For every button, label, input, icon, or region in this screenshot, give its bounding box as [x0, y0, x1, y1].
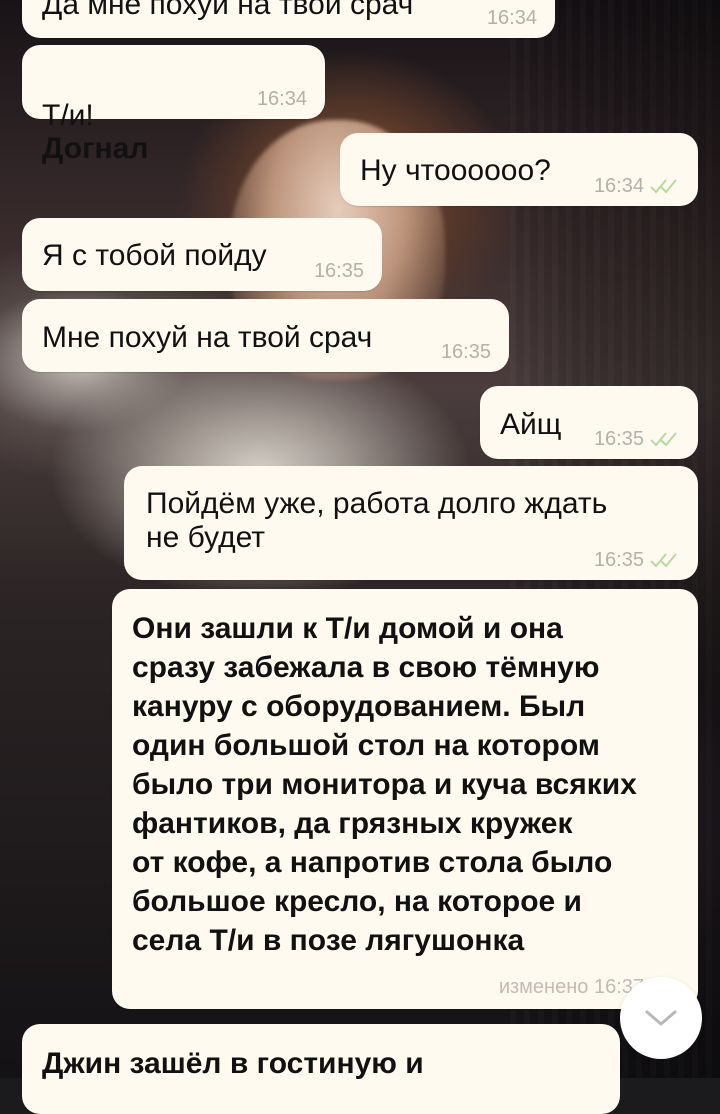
message-time: 16:35 [440, 341, 491, 363]
message-edited-time: изменено 16:37 [498, 976, 644, 998]
message-bubble-nu-chtooooo: Ну чтоооооо? 16:34 [340, 133, 698, 206]
message-bubble-top: Да мне похуй на твой срач 16:34 [22, 0, 555, 38]
message-bubble-poydem: Пойдём уже, работа долго ждать не будет … [124, 466, 698, 580]
message-meta: 16:35 [441, 342, 491, 362]
message-sender-name: Т/и! [42, 98, 94, 132]
message-meta: 16:35 [314, 261, 364, 281]
message-time: 16:35 [593, 549, 644, 571]
message-time: 16:34 [486, 7, 537, 29]
message-meta: 16:35 [594, 429, 680, 449]
message-bubble-aysch: Айщ 16:35 [480, 386, 698, 459]
message-bubble-bottom: Джин зашёл в гостиную и [22, 1024, 620, 1114]
double-check-icon [650, 179, 677, 194]
message-meta: 16:34 [257, 89, 307, 109]
message-text: Пойдём уже, работа долго ждать не будет [146, 487, 608, 554]
message-text: Да мне похуй на твой срач [42, 0, 414, 21]
message-meta: 16:34 [487, 8, 537, 28]
message-bubble-ya-s-toboy: Я с тобой пойду 16:35 [22, 218, 382, 291]
message-meta: 16:35 [594, 550, 680, 570]
message-time: 16:35 [313, 260, 364, 282]
chevron-down-icon [645, 1010, 677, 1026]
message-text: Они зашли к Т/и домой и она сразу забежа… [132, 612, 637, 957]
scroll-down-button[interactable] [620, 977, 702, 1059]
message-bubble-mne-pokhuy: Мне похуй на твой срач 16:35 [22, 299, 509, 372]
message-bubble-story: Они зашли к Т/и домой и она сразу забежа… [112, 589, 698, 1009]
message-time: 16:34 [256, 88, 307, 110]
double-check-icon [650, 432, 677, 447]
message-text: Догнал [42, 132, 149, 166]
message-time: 16:34 [593, 175, 644, 197]
message-time: 16:35 [593, 428, 644, 450]
message-text: Джин зашёл в гостиную и [42, 1047, 424, 1080]
message-bubble-dognal: Т/и! Догнал 16:34 [22, 45, 325, 165]
double-check-icon [650, 553, 677, 568]
message-text: Мне похуй на твой срач [42, 321, 373, 354]
message-text-row: Т/и! Догнал [42, 65, 307, 166]
message-meta: 16:34 [594, 176, 680, 196]
